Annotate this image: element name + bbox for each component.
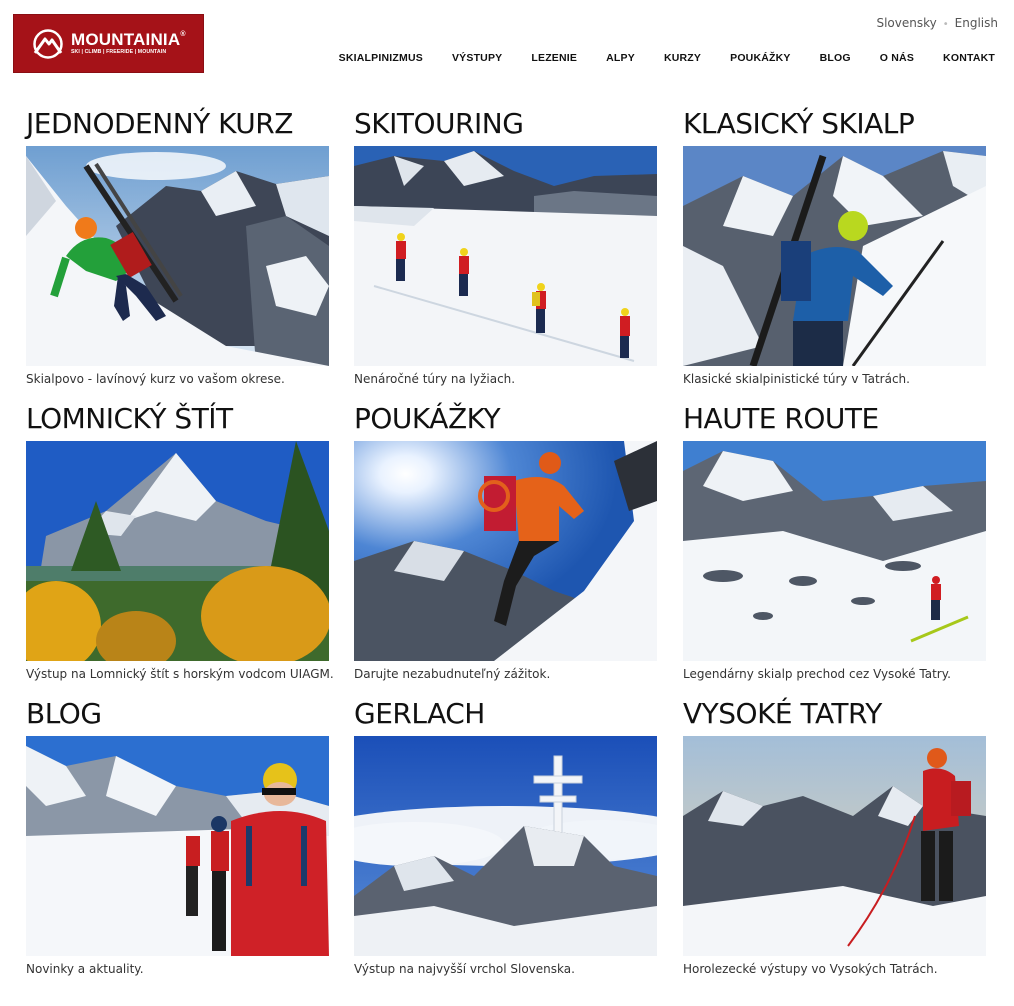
card-image[interactable] xyxy=(354,736,657,956)
card-description: Nenáročné túry na lyžiach. xyxy=(354,372,516,386)
mountain-logo-icon xyxy=(33,28,63,59)
card-jednodenny-kurz[interactable]: JEDNODENNÝ KURZ Skialpovo - lavínový kur… xyxy=(26,106,329,386)
card-image[interactable] xyxy=(683,736,986,956)
card-description: Výstup na najvyšší vrchol Slovenska. xyxy=(354,962,575,976)
lang-separator: • xyxy=(942,19,949,30)
card-description: Klasické skialpinistické túry v Tatrách. xyxy=(683,372,910,386)
card-title[interactable]: BLOG xyxy=(26,696,329,736)
card-image[interactable] xyxy=(354,441,657,661)
card-vysoke-tatry[interactable]: VYSOKÉ TATRY Horolezecké výstupy vo Vyso… xyxy=(683,696,986,976)
nav-lezenie[interactable]: LEZENIE xyxy=(531,52,577,64)
nav-skialpinizmus[interactable]: SKIALPINIZMUS xyxy=(339,52,423,64)
nav-alpy[interactable]: ALPY xyxy=(606,52,635,64)
card-title[interactable]: KLASICKÝ SKIALP xyxy=(683,106,986,146)
card-image[interactable] xyxy=(26,146,329,366)
logo[interactable]: MOUNTAINIA® SKI | CLIMB | FREERIDE | MOU… xyxy=(13,14,204,73)
lang-english[interactable]: English xyxy=(955,16,998,30)
card-title[interactable]: GERLACH xyxy=(354,696,657,736)
card-description: Horolezecké výstupy vo Vysokých Tatrách. xyxy=(683,962,938,976)
card-title[interactable]: LOMNICKÝ ŠTÍT xyxy=(26,401,329,441)
card-title[interactable]: SKITOURING xyxy=(354,106,657,146)
language-switcher: Slovensky • English xyxy=(876,16,998,30)
main-nav: SKIALPINIZMUS VÝSTUPY LEZENIE ALPY KURZY… xyxy=(310,52,995,64)
nav-poukazky[interactable]: POUKÁŽKY xyxy=(730,52,791,64)
card-description: Novinky a aktuality. xyxy=(26,962,144,976)
card-image[interactable] xyxy=(683,441,986,661)
card-image[interactable] xyxy=(683,146,986,366)
brand-name: MOUNTAINIA® xyxy=(71,30,186,50)
lang-slovensky[interactable]: Slovensky xyxy=(876,16,936,30)
card-title[interactable]: VYSOKÉ TATRY xyxy=(683,696,986,736)
card-poukazky[interactable]: POUKÁŽKY Darujte nezabudnuteľný zážitok. xyxy=(354,401,657,681)
card-lomnicky-stit[interactable]: LOMNICKÝ ŠTÍT Výstup na Lomnický štít s … xyxy=(26,401,334,681)
brand-tagline: SKI | CLIMB | FREERIDE | MOUNTAIN xyxy=(71,49,167,56)
card-haute-route[interactable]: HAUTE ROUTE Legendárny skialp prechod ce… xyxy=(683,401,986,681)
card-title[interactable]: HAUTE ROUTE xyxy=(683,401,986,441)
card-klasicky-skialp[interactable]: KLASICKÝ SKIALP Klasické skialpinistické… xyxy=(683,106,986,386)
card-image[interactable] xyxy=(26,441,329,661)
card-title[interactable]: POUKÁŽKY xyxy=(354,401,657,441)
nav-vystupy[interactable]: VÝSTUPY xyxy=(452,52,502,64)
nav-kurzy[interactable]: KURZY xyxy=(664,52,701,64)
card-image[interactable] xyxy=(26,736,329,956)
nav-o-nas[interactable]: O NÁS xyxy=(880,52,914,64)
nav-blog[interactable]: BLOG xyxy=(820,52,851,64)
nav-kontakt[interactable]: KONTAKT xyxy=(943,52,995,64)
card-skitouring[interactable]: SKITOURING Nenáročné túry na lyžiach. xyxy=(354,106,657,386)
card-description: Skialpovo - lavínový kurz vo vašom okres… xyxy=(26,372,285,386)
card-image[interactable] xyxy=(354,146,657,366)
card-description: Legendárny skialp prechod cez Vysoké Tat… xyxy=(683,667,951,681)
card-title[interactable]: JEDNODENNÝ KURZ xyxy=(26,106,329,146)
card-description: Výstup na Lomnický štít s horským vodcom… xyxy=(26,667,334,681)
card-blog[interactable]: BLOG Novinky a aktuality. xyxy=(26,696,329,976)
card-description: Darujte nezabudnuteľný zážitok. xyxy=(354,667,551,681)
card-gerlach[interactable]: GERLACH Výstup na najvyšší vrchol Sloven… xyxy=(354,696,657,976)
